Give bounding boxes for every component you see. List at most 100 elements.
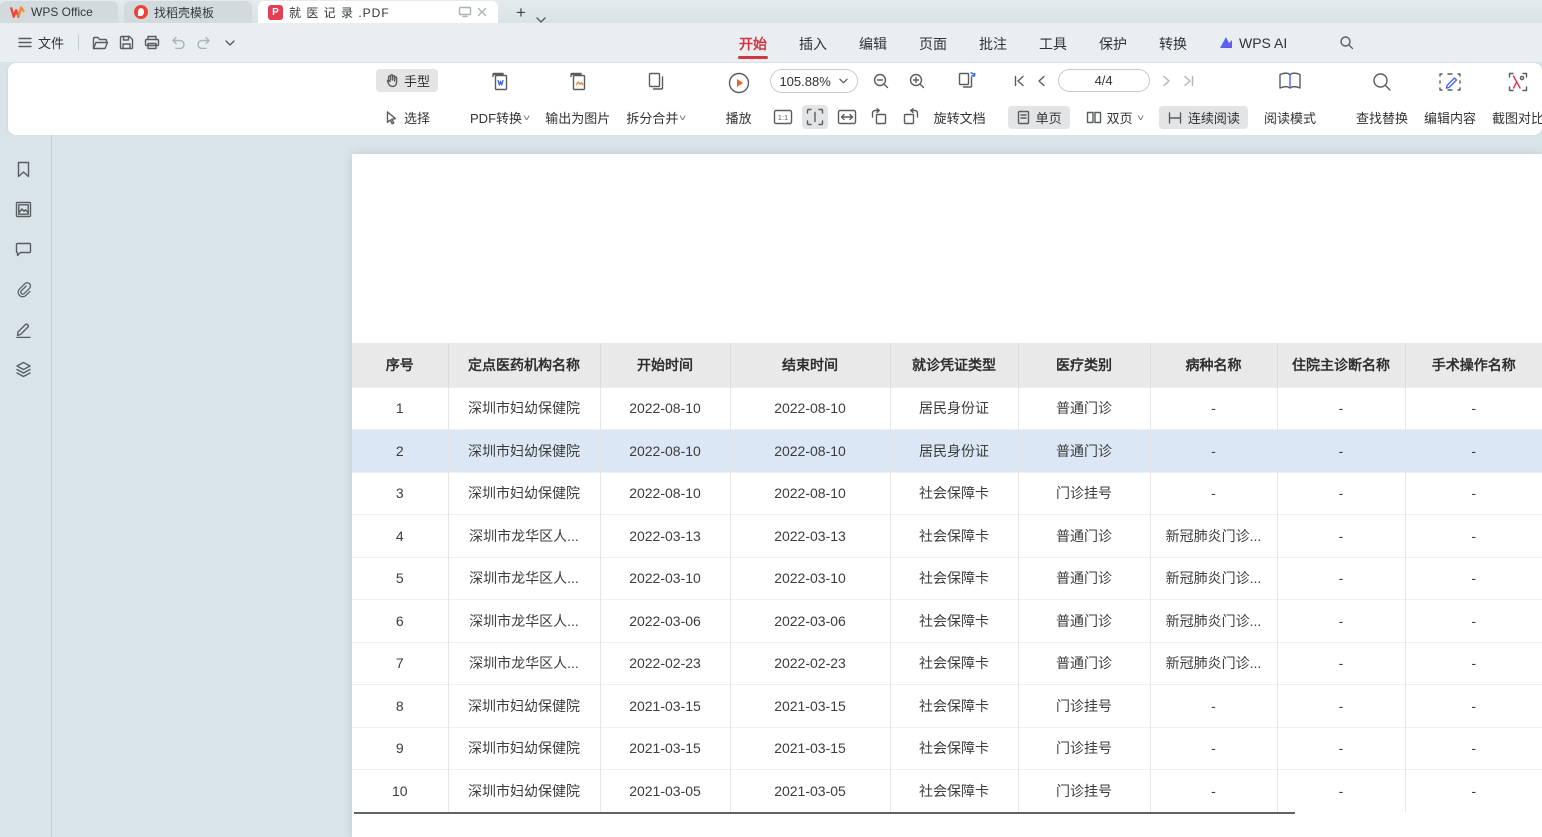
single-page-label: 单页 — [1036, 108, 1062, 127]
quick-access-chevron-icon[interactable] — [217, 31, 243, 55]
zoom-in-button[interactable] — [904, 69, 930, 93]
signature-icon[interactable] — [13, 320, 33, 338]
rotate-doc-button[interactable]: 旋转文档 — [930, 106, 994, 129]
previous-page-button[interactable] — [1030, 70, 1052, 92]
split-merge-button[interactable]: 拆分合并˅ — [618, 69, 693, 129]
select-tool-button[interactable]: 选择 — [376, 106, 438, 129]
layers-icon[interactable] — [13, 360, 33, 378]
double-page-button[interactable]: 双页 ˅ — [1078, 106, 1151, 129]
table-cell: 居民身份证 — [890, 387, 1018, 430]
read-mode-button[interactable]: 阅读模式 — [1256, 69, 1324, 129]
table-cell: 新冠肺炎门诊... — [1150, 642, 1277, 685]
tab-wps-label: WPS Office — [31, 5, 93, 19]
rotate-pages-icon[interactable] — [954, 69, 980, 93]
ribbon-tab-comment[interactable]: 批注 — [978, 25, 1008, 61]
table-cell: - — [1277, 727, 1405, 770]
table-header-cell: 序号 — [352, 343, 448, 387]
print-button[interactable] — [139, 31, 165, 55]
table-cell: 2022-02-23 — [600, 642, 730, 685]
close-tab-icon[interactable] — [476, 6, 488, 18]
table-cell: 3 — [352, 472, 448, 515]
continuous-read-label: 连续阅读 — [1188, 108, 1240, 127]
table-cell: 2022-08-10 — [600, 472, 730, 515]
first-page-button[interactable] — [1008, 70, 1030, 92]
hand-tool-button[interactable]: 手型 — [376, 69, 438, 92]
table-cell: 普通门诊 — [1018, 600, 1150, 643]
next-page-button[interactable] — [1156, 70, 1178, 92]
hand-tool-label: 手型 — [404, 71, 430, 90]
attachment-icon[interactable] — [13, 280, 33, 298]
actual-size-button[interactable]: 1:1 — [770, 105, 796, 129]
ribbon-tab-convert[interactable]: 转换 — [1158, 25, 1188, 61]
table-header-cell: 定点医药机构名称 — [448, 343, 600, 387]
edit-content-label: 编辑内容 — [1424, 108, 1476, 127]
rotate-left-button[interactable] — [866, 105, 892, 129]
screenshot-compare-button[interactable]: 截图对比 — [1484, 69, 1542, 129]
table-cell: 2022-03-06 — [730, 600, 890, 643]
table-cell: 社会保障卡 — [890, 515, 1018, 558]
export-image-button[interactable]: 输出为图片 — [537, 69, 618, 129]
new-tab-button[interactable]: + — [510, 3, 532, 23]
ribbon-search-icon[interactable] — [1333, 31, 1359, 55]
table-cell: - — [1150, 727, 1277, 770]
play-label: 播放 — [726, 108, 752, 127]
workspace: 序号定点医药机构名称开始时间结束时间就诊凭证类型医疗类别病种名称住院主诊断名称手… — [0, 135, 1542, 837]
thumbnail-icon[interactable] — [13, 200, 33, 218]
tab-wps-home[interactable]: WPS Office — [0, 1, 118, 23]
table-cell: 普通门诊 — [1018, 642, 1150, 685]
zoom-level-select[interactable]: 105.88% — [770, 69, 858, 93]
file-menu-button[interactable]: 文件 — [12, 29, 70, 56]
table-cell: 社会保障卡 — [890, 557, 1018, 600]
page-nav-group: 4/4 单页 双页 ˅ 连续阅读 — [1008, 69, 1248, 129]
table-cell: 2021-03-15 — [730, 727, 890, 770]
pdf-convert-button[interactable]: PDF转换˅ — [462, 69, 537, 129]
ribbon-tab-edit[interactable]: 编辑 — [858, 25, 888, 61]
table-row: 5深圳市龙华区人...2022-03-102022-03-10社会保障卡普通门诊… — [352, 557, 1542, 600]
table-cell: 普通门诊 — [1018, 387, 1150, 430]
open-file-button[interactable] — [87, 31, 113, 55]
ribbon-tab-page[interactable]: 页面 — [918, 25, 948, 61]
wps-ai-label: WPS AI — [1239, 35, 1287, 51]
table-cell: 2021-03-05 — [730, 770, 890, 813]
page-indicator-input[interactable]: 4/4 — [1058, 69, 1150, 92]
play-button[interactable]: 播放 — [718, 69, 760, 129]
table-cell: 2022-08-10 — [600, 387, 730, 430]
undo-button[interactable] — [165, 31, 191, 55]
table-header-cell: 医疗类别 — [1018, 343, 1150, 387]
table-cell: 6 — [352, 600, 448, 643]
find-replace-button[interactable]: 查找替换 — [1348, 69, 1416, 129]
table-cell: - — [1277, 472, 1405, 515]
bookmark-icon[interactable] — [13, 160, 33, 178]
table-cell: - — [1150, 685, 1277, 728]
single-page-button[interactable]: 单页 — [1008, 106, 1070, 129]
table-cell: 新冠肺炎门诊... — [1150, 557, 1277, 600]
tab-document[interactable]: P 就 医 记 录 .PDF — [258, 1, 498, 23]
rotate-right-button[interactable] — [898, 105, 924, 129]
fit-width-button[interactable] — [834, 105, 860, 129]
ribbon-tab-home[interactable]: 开始 — [738, 25, 768, 61]
svg-text:1:1: 1:1 — [777, 113, 787, 122]
edit-content-button[interactable]: 编辑内容 — [1416, 69, 1484, 129]
ribbon-tab-insert[interactable]: 插入 — [798, 25, 828, 61]
table-header-cell: 手术操作名称 — [1405, 343, 1542, 387]
table-cell: 社会保障卡 — [890, 770, 1018, 813]
wps-ai-button[interactable]: WPS AI — [1218, 35, 1287, 51]
export-image-label: 输出为图片 — [545, 108, 610, 127]
double-page-icon — [1086, 110, 1102, 125]
fit-page-button[interactable] — [802, 105, 828, 129]
table-cell: 2022-03-10 — [730, 557, 890, 600]
ribbon-tab-tools[interactable]: 工具 — [1038, 25, 1068, 61]
continuous-read-button[interactable]: 连续阅读 — [1159, 106, 1248, 129]
file-menu-label: 文件 — [38, 33, 64, 52]
single-page-icon — [1016, 110, 1031, 125]
table-cell: 深圳市龙华区人... — [448, 600, 600, 643]
ribbon-tab-protect[interactable]: 保护 — [1098, 25, 1128, 61]
tab-docer-templates[interactable]: 找稻壳模板 — [124, 1, 252, 23]
chevron-down-icon: ˅ — [1137, 113, 1144, 123]
present-monitor-icon[interactable] — [458, 6, 472, 18]
comment-icon[interactable] — [13, 240, 33, 258]
redo-button[interactable] — [191, 31, 217, 55]
save-button[interactable] — [113, 31, 139, 55]
zoom-out-button[interactable] — [868, 69, 894, 93]
last-page-button[interactable] — [1178, 70, 1200, 92]
